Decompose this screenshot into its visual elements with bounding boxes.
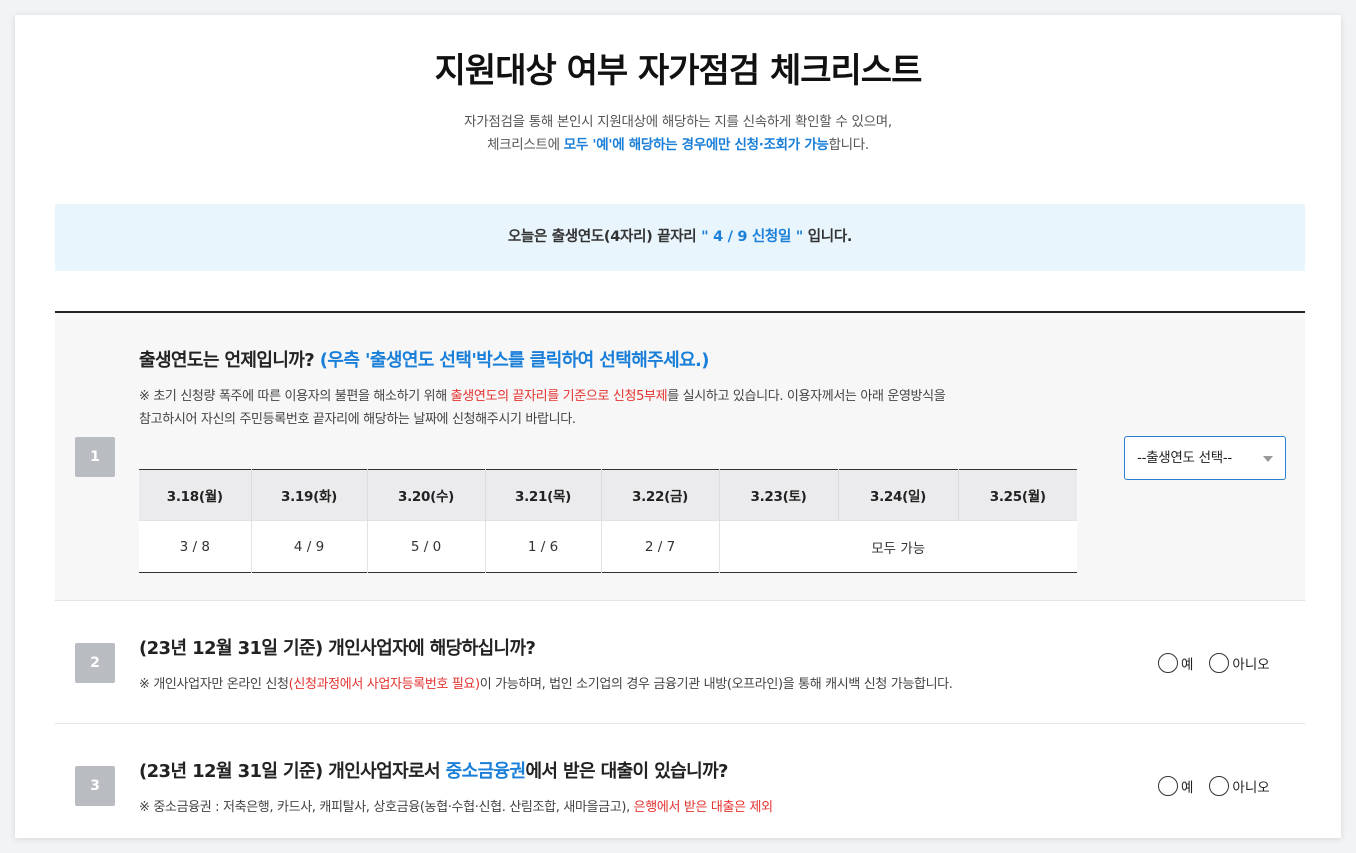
- today-notice-banner: 오늘은 출생연도(4자리) 끝자리 " 4 / 9 신청일 " 입니다.: [55, 204, 1305, 271]
- radio-circle-icon[interactable]: [1209, 652, 1230, 673]
- schedule-date-header: 3.21(목): [485, 469, 602, 521]
- page-title: 지원대상 여부 자가점검 체크리스트: [434, 51, 923, 91]
- schedule-all-available-cell: 모두 가능: [719, 520, 1077, 573]
- q1-desc-line-1: ※ 초기 신청량 폭주에 따른 이용자의 불편을 해소하기 위해 출생연도의 끝…: [139, 385, 1099, 408]
- notice-highlight: " 4 / 9 신청일 ": [701, 229, 804, 245]
- q1-desc-prefix: ※ 초기 신청량 폭주에 따른 이용자의 불편을 해소하기 위해: [139, 389, 451, 404]
- q1-desc-highlight: 출생연도의 끝자리를 기준으로 신청5부제: [450, 389, 668, 404]
- question-3-number: 3: [75, 766, 115, 806]
- question-2-section: 2 (23년 12월 31일 기준) 개인사업자에 해당하십니까? ※ 개인사업…: [55, 602, 1305, 724]
- q1-desc-suffix: 를 실시하고 있습니다. 이용자께서는 아래 운영방식을: [667, 389, 946, 404]
- q3-title-prefix: (23년 12월 31일 기준) 개인사업자로서: [139, 761, 446, 782]
- q2-no-radio[interactable]: 아니오: [1209, 652, 1270, 673]
- question-2-number: 2: [75, 643, 115, 683]
- schedule-date-header: 3.18(월): [139, 469, 252, 521]
- notice-suffix: 입니다.: [803, 229, 853, 245]
- radio-circle-icon[interactable]: [1158, 652, 1178, 673]
- subtitle-line-1: 자가점검을 통해 본인시 지원대상에 해당하는 지를 신속하게 확인할 수 있으…: [464, 114, 892, 130]
- schedule-digit-cell: 4 / 9: [251, 520, 368, 573]
- q2-yes-radio[interactable]: 예: [1158, 652, 1194, 673]
- schedule-date-header: 3.25(월): [958, 469, 1077, 521]
- question-1-section: 1 출생연도는 언제입니까? (우측 '출생연도 선택'박스를 클릭하여 선택해…: [55, 311, 1305, 601]
- schedule-digit-cell: 3 / 8: [139, 520, 252, 573]
- schedule-date-header: 3.23(토): [719, 469, 839, 521]
- question-1-description: ※ 초기 신청량 폭주에 따른 이용자의 불편을 해소하기 위해 출생연도의 끝…: [139, 385, 1099, 431]
- page-subtitle: 자가점검을 통해 본인시 지원대상에 해당하는 지를 신속하게 확인할 수 있으…: [15, 111, 1341, 157]
- q3-no-radio[interactable]: 아니오: [1209, 775, 1270, 796]
- schedule-date-header: 3.19(화): [251, 469, 368, 521]
- q3-title-suffix: 에서 받은 대출이 있습니까?: [525, 761, 728, 782]
- question-3-title: (23년 12월 31일 기준) 개인사업자로서 중소금융권에서 받은 대출이 …: [139, 757, 728, 783]
- question-1-title-text: 출생연도는 언제입니까?: [139, 350, 315, 371]
- radio-circle-icon[interactable]: [1158, 775, 1178, 796]
- birth-year-select-placeholder: --출생연도 선택--: [1137, 450, 1232, 466]
- question-1-number: 1: [75, 437, 115, 477]
- q3-title-highlight: 중소금융권: [445, 761, 526, 782]
- question-2-description: ※ 개인사업자만 온라인 신청(신청과정에서 사업자등록번호 필요)이 가능하며…: [139, 673, 953, 696]
- subtitle-line-2: 체크리스트에 모두 '예'에 해당하는 경우에만 신청·조회가 가능합니다.: [15, 134, 1341, 157]
- q3-desc-highlight: 은행에서 받은 대출은 제외: [633, 800, 773, 815]
- q3-yes-radio[interactable]: 예: [1158, 775, 1194, 796]
- question-1-hint: (우측 '출생연도 선택'박스를 클릭하여 선택해주세요.): [319, 350, 710, 371]
- question-2-answer: 예 아니오: [1158, 602, 1270, 723]
- schedule-digit-cell: 1 / 6: [485, 520, 602, 573]
- question-3-answer: 예 아니오: [1158, 725, 1270, 838]
- application-schedule-table: 3.18(월) 3.19(화) 3.20(수) 3.21(목) 3.22(금) …: [139, 469, 1077, 573]
- q2-desc-highlight: (신청과정에서 사업자등록번호 필요): [288, 677, 481, 692]
- schedule-date-header: 3.22(금): [601, 469, 720, 521]
- checklist-card: 지원대상 여부 자가점검 체크리스트 자가점검을 통해 본인시 지원대상에 해당…: [15, 15, 1341, 838]
- subtitle-prefix: 체크리스트에: [487, 137, 564, 153]
- q3-no-label: 아니오: [1232, 779, 1270, 796]
- question-3-section: 3 (23년 12월 31일 기준) 개인사업자로서 중소금융권에서 받은 대출…: [55, 725, 1305, 838]
- birth-year-select[interactable]: --출생연도 선택--: [1124, 436, 1286, 480]
- question-1-title: 출생연도는 언제입니까? (우측 '출생연도 선택'박스를 클릭하여 선택해주세…: [139, 346, 710, 372]
- q2-desc-prefix: ※ 개인사업자만 온라인 신청: [139, 677, 289, 692]
- schedule-digit-cell: 5 / 0: [367, 520, 486, 573]
- notice-prefix: 오늘은 출생연도(4자리) 끝자리: [507, 229, 702, 245]
- q2-yes-label: 예: [1181, 656, 1194, 673]
- q2-no-label: 아니오: [1232, 656, 1270, 673]
- q1-desc-line-2: 참고하시어 자신의 주민등록번호 끝자리에 해당하는 날짜에 신청해주시기 바랍…: [139, 412, 576, 427]
- schedule-digit-row: 3 / 8 4 / 9 5 / 0 1 / 6 2 / 7 모두 가능: [139, 520, 1077, 573]
- q2-desc-suffix: 이 가능하며, 법인 소기업의 경우 금융기관 내방(오프라인)을 통해 캐시백…: [479, 677, 953, 692]
- radio-circle-icon[interactable]: [1209, 775, 1230, 796]
- subtitle-highlight: 모두 '예'에 해당하는 경우에만 신청·조회가 가능: [563, 137, 829, 153]
- q3-desc-prefix: ※ 중소금융권 : 저축은행, 카드사, 캐피탈사, 상호금융(농협·수협·신협…: [139, 800, 634, 815]
- schedule-date-header: 3.24(일): [838, 469, 959, 521]
- schedule-header-row: 3.18(월) 3.19(화) 3.20(수) 3.21(목) 3.22(금) …: [139, 469, 1077, 521]
- chevron-down-icon: [1263, 456, 1273, 462]
- question-3-description: ※ 중소금융권 : 저축은행, 카드사, 캐피탈사, 상호금융(농협·수협·신협…: [139, 796, 773, 819]
- question-2-title: (23년 12월 31일 기준) 개인사업자에 해당하십니까?: [139, 638, 536, 659]
- schedule-date-header: 3.20(수): [367, 469, 486, 521]
- subtitle-suffix: 합니다.: [828, 137, 870, 153]
- schedule-digit-cell: 2 / 7: [601, 520, 720, 573]
- q3-yes-label: 예: [1181, 779, 1194, 796]
